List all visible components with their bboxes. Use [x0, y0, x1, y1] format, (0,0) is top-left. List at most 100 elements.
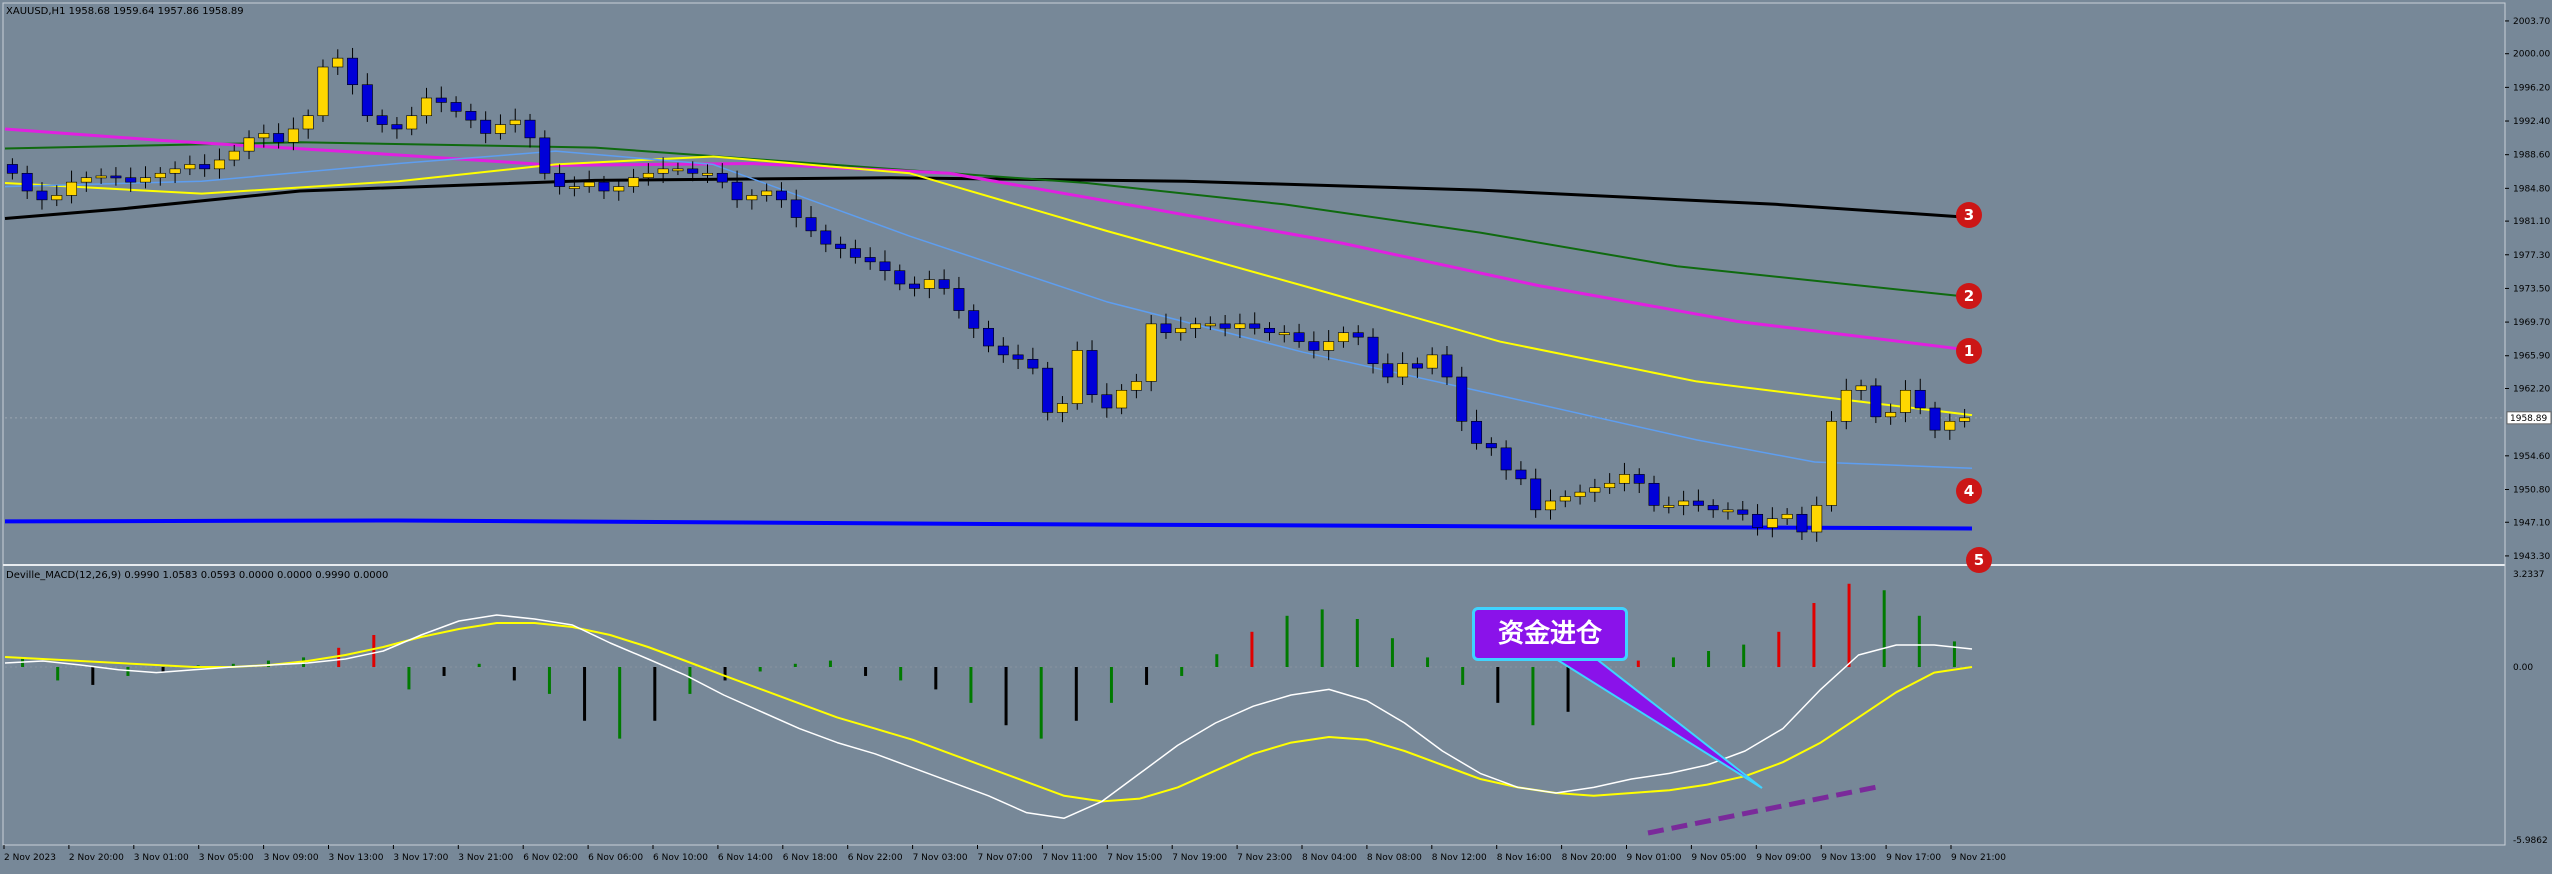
- chart-window[interactable]: 2003.70 2000.00 1996.20 1992.40 1988.60 1984.…: [0, 0, 2552, 870]
- time-tick-label: 8 Nov 08:00: [1367, 853, 1422, 863]
- time-tick-label: 7 Nov 11:00: [1042, 853, 1097, 863]
- candle: [775, 190, 787, 201]
- time-tick-label: 8 Nov 12:00: [1432, 853, 1487, 863]
- candle: [1264, 327, 1275, 334]
- candle: [983, 327, 994, 347]
- candle: [568, 186, 580, 189]
- candle: [66, 181, 78, 196]
- candle: [6, 164, 18, 174]
- candle: [1012, 354, 1024, 360]
- price-tick-label: 1962.20: [2513, 385, 2550, 395]
- candle: [894, 270, 906, 285]
- time-tick-label: 6 Nov 22:00: [848, 853, 903, 863]
- support-ma-line: [4, 518, 1973, 531]
- price-tick-label: 1977.30: [2513, 251, 2550, 261]
- candle: [421, 97, 432, 117]
- candle: [835, 243, 847, 249]
- candle: [1101, 394, 1113, 409]
- chart-frame: [2, 2, 2506, 846]
- candle: [1190, 323, 1202, 329]
- time-tick-label: 6 Nov 18:00: [783, 853, 838, 863]
- candle: [731, 181, 743, 201]
- price-tick-label: 1954.60: [2513, 452, 2550, 462]
- ma-line-1: [4, 127, 1973, 352]
- candle: [790, 199, 802, 218]
- candle: [1870, 385, 1882, 418]
- candle: [598, 181, 610, 192]
- candle: [1618, 474, 1630, 484]
- time-tick-label: 7 Nov 15:00: [1107, 853, 1162, 863]
- candle: [938, 279, 950, 289]
- candle: [494, 124, 506, 134]
- macd-indicator-title: Deville_MACD(12,26,9) 0.9990 1.0583 0.05…: [6, 570, 389, 581]
- candle: [687, 168, 699, 174]
- candle: [1441, 354, 1453, 378]
- candle: [332, 57, 344, 68]
- candle: [1914, 389, 1926, 409]
- candle: [480, 119, 492, 134]
- macd-axis-zero: 0.00: [2513, 663, 2533, 673]
- candle: [642, 172, 654, 179]
- candle: [95, 175, 107, 179]
- candle: [391, 124, 403, 130]
- ma-badge-1: 1: [1956, 338, 1982, 364]
- candle: [879, 261, 891, 272]
- candle: [746, 195, 758, 201]
- ma-badge-2: 2: [1956, 283, 1982, 309]
- candle: [1855, 385, 1867, 391]
- candle: [213, 159, 225, 170]
- candle: [1589, 487, 1601, 493]
- chart-canvas[interactable]: 2003.70 2000.00 1996.20 1992.40 1988.60 1984.…: [0, 0, 2552, 870]
- macd-axis-min: -5.9862: [2513, 836, 2548, 846]
- candle: [1648, 482, 1660, 506]
- candle: [849, 248, 861, 258]
- candle: [524, 119, 536, 139]
- candle: [406, 115, 418, 130]
- candle: [909, 283, 921, 289]
- candle: [435, 97, 447, 103]
- ma-badge-3: 3: [1956, 202, 1982, 228]
- candle: [1278, 332, 1290, 336]
- candle: [465, 110, 477, 121]
- candle: [554, 172, 566, 187]
- time-tick-label: 8 Nov 04:00: [1302, 853, 1357, 863]
- candle: [657, 168, 669, 174]
- time-tick-label: 9 Nov 05:00: [1691, 853, 1746, 863]
- time-tick-label: 6 Nov 14:00: [718, 853, 773, 863]
- price-tick-label: 1981.10: [2513, 217, 2550, 227]
- time-tick-label: 9 Nov 01:00: [1627, 853, 1682, 863]
- candle: [125, 177, 137, 183]
- candle: [923, 279, 935, 289]
- candle: [1885, 412, 1897, 418]
- price-tick-label: 1943.30: [2513, 552, 2550, 562]
- candle: [21, 172, 33, 192]
- candle: [628, 177, 640, 187]
- price-tick-label: 1973.50: [2513, 284, 2550, 294]
- time-tick-label: 9 Nov 17:00: [1886, 853, 1941, 863]
- candle: [1545, 500, 1556, 511]
- candle: [450, 102, 462, 112]
- candle: [1678, 500, 1690, 506]
- candle: [1219, 323, 1231, 329]
- candle: [258, 133, 270, 139]
- candle: [1323, 341, 1335, 351]
- candle: [80, 177, 92, 183]
- macd-axis-max: 3.2337: [2513, 570, 2545, 580]
- candle: [1796, 513, 1808, 533]
- time-tick-label: 2 Nov 20:00: [69, 853, 124, 863]
- candle: [1515, 469, 1527, 480]
- candle: [1367, 336, 1379, 365]
- candle: [1826, 420, 1837, 506]
- symbol-info: XAUUSD,H1 1958.68 1959.64 1957.86 1958.8…: [6, 6, 244, 17]
- price-tick-label: 1969.70: [2513, 318, 2550, 328]
- price-tick-label: 2003.70: [2513, 17, 2550, 27]
- candle: [583, 181, 595, 187]
- candle: [110, 175, 122, 179]
- candle: [672, 168, 684, 172]
- time-tick-label: 6 Nov 10:00: [653, 853, 708, 863]
- candle: [1500, 447, 1512, 471]
- candle: [716, 172, 728, 183]
- candle: [1397, 363, 1409, 378]
- candle: [287, 128, 299, 143]
- candle: [273, 133, 285, 143]
